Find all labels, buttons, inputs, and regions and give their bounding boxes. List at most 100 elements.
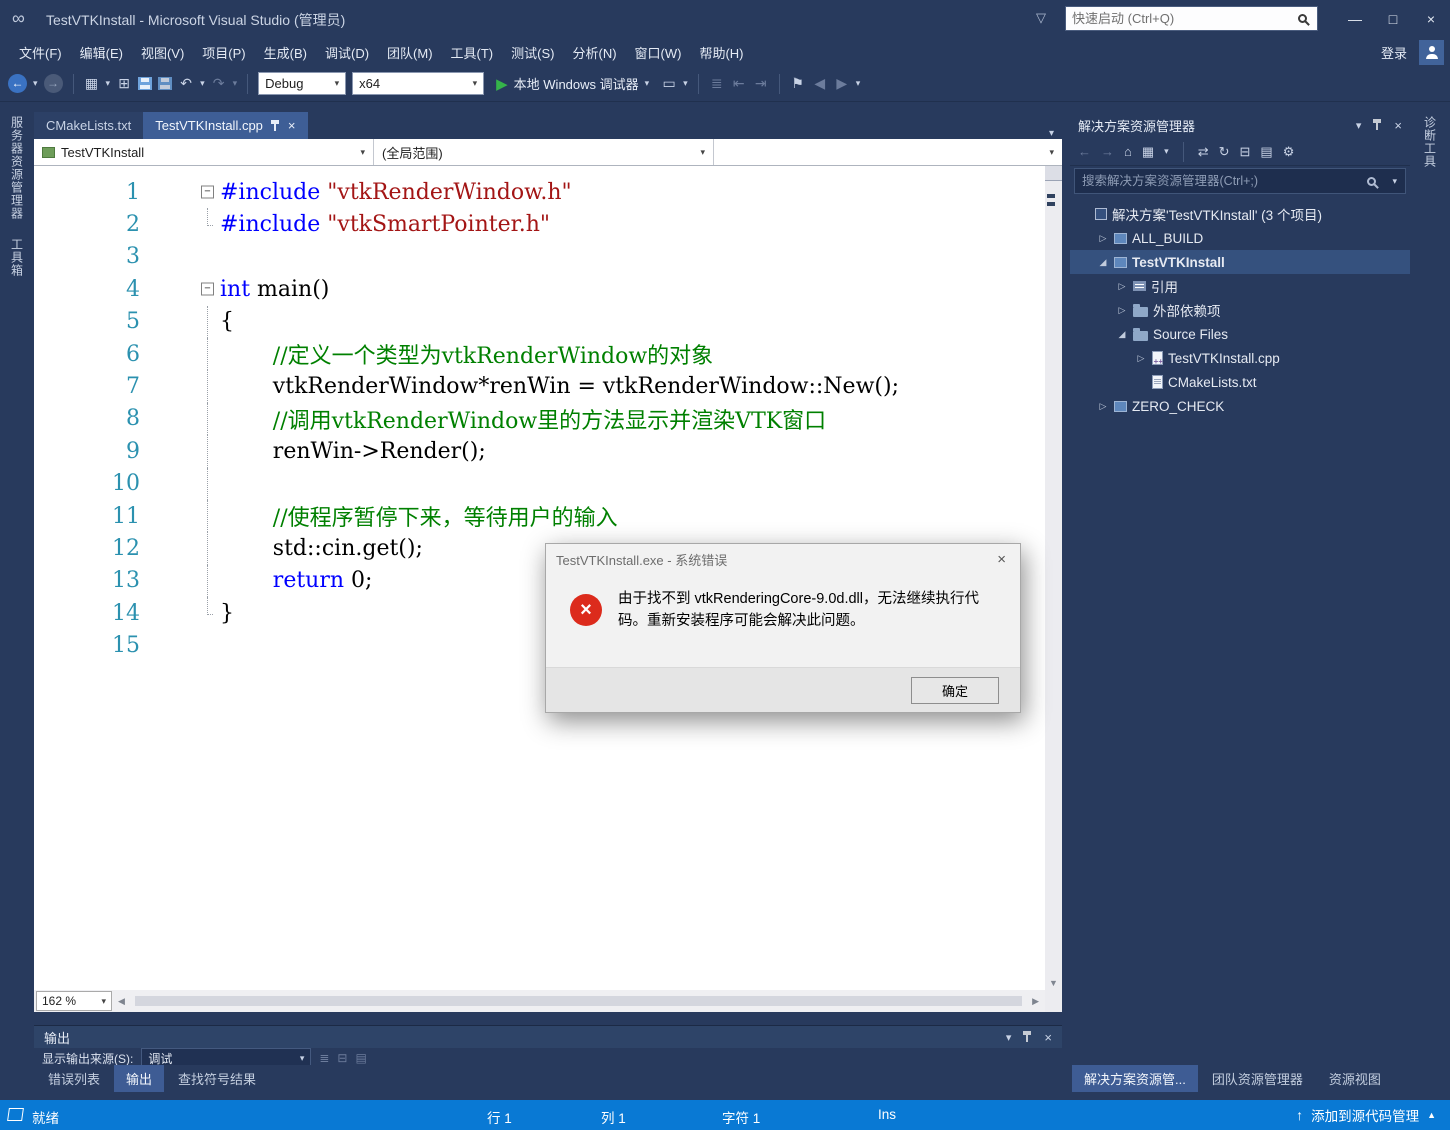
sync-active-document-icon[interactable]: ⇄: [1198, 144, 1209, 160]
redo-button[interactable]: ↷: [211, 75, 227, 92]
scope-combo[interactable]: (全局范围) ▾: [374, 139, 714, 165]
properties-icon[interactable]: ⚙: [1283, 144, 1295, 160]
fold-collapse-icon[interactable]: −: [201, 282, 214, 296]
redo-dropdown-icon[interactable]: ▾: [233, 78, 238, 89]
tree-collapsed-arrow-icon[interactable]: ▷: [1097, 401, 1109, 412]
previous-bookmark-button[interactable]: ◀: [812, 75, 828, 92]
output-tool-icon[interactable]: ▤: [355, 1048, 366, 1065]
forward-icon[interactable]: →: [1101, 144, 1114, 159]
document-tab-TestVTKInstall.cpp[interactable]: TestVTKInstall.cpp ×: [143, 112, 308, 139]
tree-expanded-arrow-icon[interactable]: ◢: [1116, 329, 1128, 340]
solution-search-input[interactable]: [1075, 174, 1368, 188]
user-avatar[interactable]: [1419, 39, 1444, 65]
tree-item-source-files[interactable]: ◢ Source Files: [1070, 322, 1410, 346]
tree-item-testvtkinstall[interactable]: ◢ TestVTKInstall: [1070, 250, 1410, 274]
add-to-source-control-button[interactable]: 添加到源代码管理: [1311, 1105, 1419, 1125]
tree-expanded-arrow-icon[interactable]: ◢: [1097, 257, 1109, 268]
menu-item-9[interactable]: 分析(N): [563, 39, 625, 66]
quick-launch-input[interactable]: [1066, 11, 1298, 26]
menu-item-0[interactable]: 文件(F): [10, 39, 71, 66]
menu-item-4[interactable]: 生成(B): [255, 39, 316, 66]
back-icon[interactable]: ←: [1078, 144, 1091, 159]
tree-item-zero-check[interactable]: ▷ ZERO_CHECK: [1070, 394, 1410, 418]
attach-process-button[interactable]: ≣: [709, 75, 725, 92]
bookmark-dropdown-icon[interactable]: ▾: [856, 78, 861, 89]
caret-up-icon[interactable]: ▲: [1427, 1110, 1436, 1120]
explorer-tab-1[interactable]: 团队资源管理器: [1200, 1065, 1315, 1092]
horizontal-scrollbar[interactable]: [131, 994, 1026, 1008]
sign-in-link[interactable]: 登录: [1381, 43, 1407, 62]
scrollbar-thumb[interactable]: [134, 996, 1023, 1006]
menu-item-5[interactable]: 调试(D): [316, 39, 378, 66]
home-icon[interactable]: ⌂: [1124, 144, 1132, 159]
panel-tab-0[interactable]: 错误列表: [36, 1065, 112, 1092]
undo-button[interactable]: ↶: [178, 75, 194, 92]
undo-dropdown-icon[interactable]: ▾: [200, 78, 205, 89]
menu-item-1[interactable]: 编辑(E): [71, 39, 132, 66]
scroll-down-icon[interactable]: ▼: [1045, 978, 1062, 988]
start-debugging-button[interactable]: ▶ 本地 Windows 调试器 ▾: [490, 71, 655, 97]
split-editor-handle[interactable]: [1045, 166, 1062, 181]
profiler-dropdown-icon[interactable]: ▾: [683, 78, 688, 89]
navigate-backward-button[interactable]: ←: [8, 74, 27, 93]
pin-icon[interactable]: [1023, 1031, 1032, 1043]
window-position-icon[interactable]: ▾: [1356, 119, 1362, 132]
bookmark-button[interactable]: ⚑: [790, 75, 806, 92]
scroll-left-icon[interactable]: ◀: [112, 996, 131, 1007]
panel-tab-1[interactable]: 输出: [114, 1065, 165, 1092]
save-button[interactable]: [138, 77, 153, 90]
output-tool-icon[interactable]: ≣: [319, 1048, 329, 1065]
tree-item-references[interactable]: ▷ 引用: [1070, 274, 1410, 298]
panel-splitter[interactable]: [34, 1012, 1062, 1025]
vertical-scrollbar[interactable]: ▼: [1045, 166, 1062, 990]
new-project-button[interactable]: ▦: [84, 75, 100, 92]
solution-search-box[interactable]: ▾: [1074, 168, 1406, 194]
dialog-close-icon[interactable]: ×: [993, 551, 1010, 568]
left-strip-tab-1[interactable]: 工具箱: [9, 238, 26, 277]
tree-item-cpp-file[interactable]: ▷ TestVTKInstall.cpp: [1070, 346, 1410, 370]
step-over-button[interactable]: ⇥: [753, 75, 769, 92]
maximize-button[interactable]: □: [1374, 0, 1412, 38]
menu-item-8[interactable]: 测试(S): [502, 39, 563, 66]
tree-collapsed-arrow-icon[interactable]: ▷: [1116, 305, 1128, 316]
show-all-files-icon[interactable]: ▤: [1260, 144, 1272, 160]
output-tool-icon[interactable]: ⊟: [337, 1048, 347, 1065]
menu-item-10[interactable]: 窗口(W): [626, 39, 691, 66]
notifications-icon[interactable]: ▽: [1036, 10, 1046, 26]
document-tab-CMakeLists.txt[interactable]: CMakeLists.txt: [34, 112, 144, 139]
menu-item-6[interactable]: 团队(M): [378, 39, 442, 66]
pin-icon[interactable]: [270, 119, 280, 132]
scroll-right-icon[interactable]: ▶: [1026, 996, 1045, 1007]
menu-item-3[interactable]: 项目(P): [193, 39, 254, 66]
add-item-button[interactable]: ⊞: [116, 75, 132, 92]
right-strip-tab-0[interactable]: 诊断工具: [1422, 116, 1439, 168]
chevron-down-icon[interactable]: ▾: [1164, 146, 1169, 157]
panel-tab-2[interactable]: 查找符号结果: [166, 1065, 268, 1092]
collapse-all-icon[interactable]: ⊟: [1240, 144, 1251, 160]
window-position-icon[interactable]: ▾: [1006, 1031, 1012, 1044]
tab-overflow-icon[interactable]: ▾: [1041, 128, 1062, 139]
output-source-combo[interactable]: 调试 ▾: [141, 1048, 312, 1065]
save-all-button[interactable]: [158, 77, 173, 90]
menu-item-7[interactable]: 工具(T): [442, 39, 503, 66]
switch-views-icon[interactable]: ▦: [1142, 144, 1154, 160]
ok-button[interactable]: 确定: [911, 677, 999, 704]
tree-collapsed-arrow-icon[interactable]: ▷: [1116, 281, 1128, 292]
explorer-tab-2[interactable]: 资源视图: [1317, 1065, 1393, 1092]
tree-collapsed-arrow-icon[interactable]: ▷: [1135, 353, 1147, 364]
solution-configuration-combo[interactable]: Debug ▾: [258, 72, 347, 95]
tree-collapsed-arrow-icon[interactable]: ▷: [1097, 233, 1109, 244]
explorer-tab-0[interactable]: 解决方案资源管...: [1072, 1065, 1198, 1092]
left-strip-tab-0[interactable]: 服务器资源管理器: [9, 116, 26, 220]
navigate-forward-button[interactable]: →: [43, 74, 63, 93]
profiler-button[interactable]: ▭: [661, 75, 677, 92]
close-button[interactable]: ×: [1412, 0, 1450, 38]
quick-launch-box[interactable]: [1065, 6, 1318, 31]
step-into-button[interactable]: ⇤: [731, 75, 747, 92]
pin-icon[interactable]: [1373, 119, 1382, 131]
close-icon[interactable]: ×: [1394, 118, 1402, 133]
next-bookmark-button[interactable]: ▶: [834, 75, 850, 92]
menu-item-11[interactable]: 帮助(H): [690, 39, 752, 66]
vertical-splitter[interactable]: [1062, 112, 1070, 1100]
refresh-icon[interactable]: ↻: [1219, 144, 1230, 160]
